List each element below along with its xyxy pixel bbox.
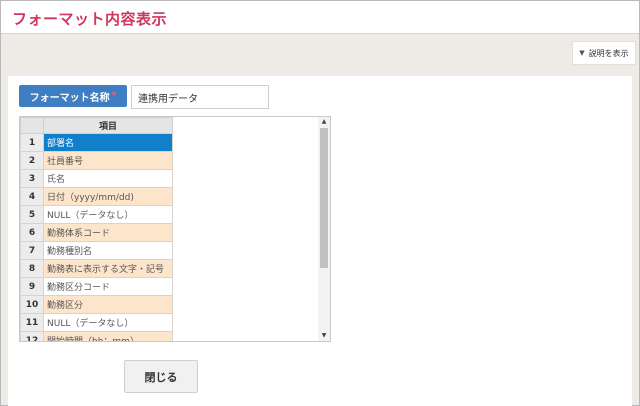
row-number: 10 <box>20 295 44 314</box>
item-name: 勤務表に表示する文字・記号 <box>43 259 173 278</box>
close-button[interactable]: 閉じる <box>124 360 198 393</box>
row-number: 1 <box>20 133 44 152</box>
table-row[interactable]: 2 社員番号 <box>20 151 173 170</box>
row-number: 8 <box>20 259 44 278</box>
required-mark: * <box>111 91 117 101</box>
table-row[interactable]: 8 勤務表に表示する文字・記号 <box>20 259 173 278</box>
row-number: 6 <box>20 223 44 242</box>
item-name: NULL（データなし） <box>43 205 173 224</box>
item-name: 勤務区分コード <box>43 277 173 296</box>
row-number: 2 <box>20 151 44 170</box>
page-header: フォーマット内容表示 <box>1 1 639 34</box>
table-scrollbar[interactable]: ▲ ▼ <box>318 117 330 341</box>
row-number: 9 <box>20 277 44 296</box>
show-help-button[interactable]: ▼ 説明を表示 <box>572 41 636 65</box>
right-gutter <box>632 76 639 405</box>
item-name: 勤務種別名 <box>43 241 173 260</box>
table-row[interactable]: 4 日付（yyyy/mm/dd) <box>20 187 173 206</box>
show-help-label: 説明を表示 <box>588 48 629 58</box>
table-row[interactable]: 5 NULL（データなし） <box>20 205 173 224</box>
table-row[interactable]: 9 勤務区分コード <box>20 277 173 296</box>
item-name: 部署名 <box>43 133 173 152</box>
triangle-down-icon: ▼ <box>579 49 585 57</box>
table-row[interactable]: 1 部署名 <box>20 133 173 152</box>
left-gutter <box>1 76 8 405</box>
table-row[interactable]: 3 氏名 <box>20 169 173 188</box>
items-table: 項目 1 部署名 2 社員番号 3 氏名 4 日付（yyyy/mm/dd) 5 <box>20 117 173 341</box>
table-row[interactable]: 12 開始時間（hh：mm） <box>20 331 173 341</box>
item-name: 勤務区分 <box>43 295 173 314</box>
items-column-header: 項目 <box>43 117 173 134</box>
table-row[interactable]: 11 NULL（データなし） <box>20 313 173 332</box>
row-number: 12 <box>20 331 44 341</box>
items-table-container: 項目 1 部署名 2 社員番号 3 氏名 4 日付（yyyy/mm/dd) 5 <box>19 116 331 342</box>
table-row[interactable]: 10 勤務区分 <box>20 295 173 314</box>
row-number-header <box>20 117 44 134</box>
row-number: 5 <box>20 205 44 224</box>
item-name: 氏名 <box>43 169 173 188</box>
scroll-down-icon[interactable]: ▼ <box>318 331 330 341</box>
item-name: 勤務体系コード <box>43 223 173 242</box>
format-name-label-text: フォーマット名称 <box>29 92 110 104</box>
item-name: 日付（yyyy/mm/dd) <box>43 187 173 206</box>
format-name-field[interactable]: 連携用データ <box>131 85 269 109</box>
item-name: NULL（データなし） <box>43 313 173 332</box>
page-title: フォーマット内容表示 <box>12 10 168 28</box>
scrollbar-thumb[interactable] <box>320 128 328 268</box>
row-number: 4 <box>20 187 44 206</box>
toolbar: ▼ 説明を表示 <box>1 34 639 76</box>
item-name: 開始時間（hh：mm） <box>43 331 173 341</box>
row-number: 7 <box>20 241 44 260</box>
row-number: 11 <box>20 313 44 332</box>
table-row[interactable]: 7 勤務種別名 <box>20 241 173 260</box>
table-row[interactable]: 6 勤務体系コード <box>20 223 173 242</box>
row-number: 3 <box>20 169 44 188</box>
scroll-up-icon[interactable]: ▲ <box>318 117 330 127</box>
item-name: 社員番号 <box>43 151 173 170</box>
format-name-label: フォーマット名称 * <box>19 85 127 107</box>
